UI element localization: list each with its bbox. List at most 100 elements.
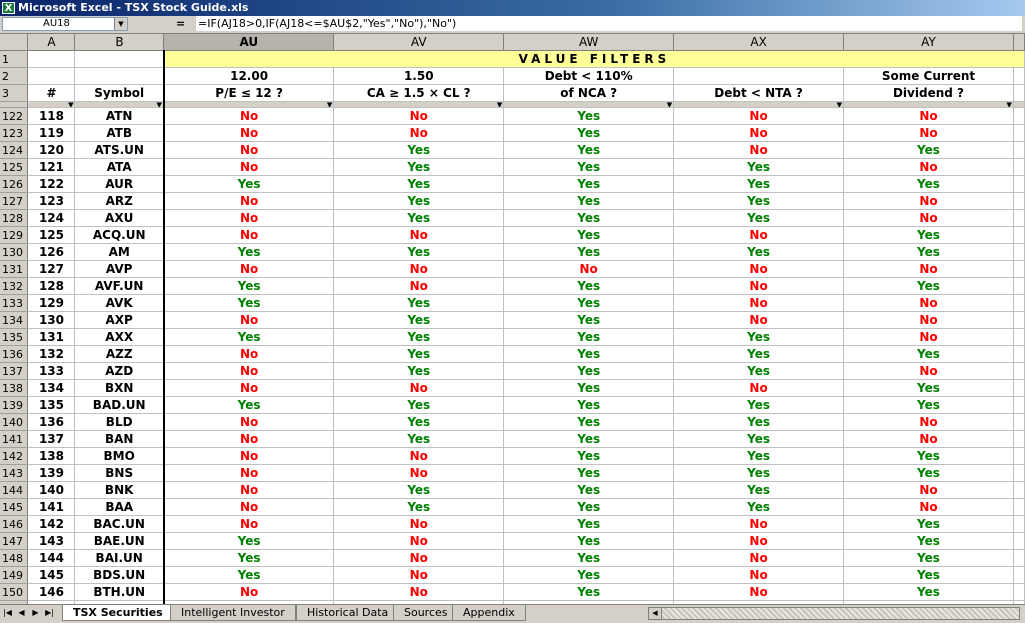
dividend-header-cell[interactable]: Some Current bbox=[843, 67, 1014, 85]
row-number-cell[interactable]: 146 bbox=[27, 583, 76, 601]
filter-result-cell-ax[interactable]: Yes bbox=[673, 209, 845, 227]
filter-result-cell-ay[interactable]: Yes bbox=[843, 515, 1014, 533]
filter-result-cell-au[interactable]: No bbox=[162, 464, 335, 482]
filter-result-cell-ax[interactable]: No bbox=[673, 277, 845, 295]
filter-result-cell-av[interactable]: No bbox=[333, 447, 505, 465]
symbol-cell[interactable]: ATS.UN bbox=[74, 141, 165, 159]
filter-result-cell-ay[interactable]: No bbox=[843, 124, 1014, 142]
autofilter-cell[interactable]: ▼ bbox=[162, 101, 335, 108]
filter-result-cell-aw[interactable]: Yes bbox=[503, 362, 675, 380]
select-all-corner[interactable] bbox=[0, 34, 29, 51]
tab-appendix[interactable]: Appendix bbox=[452, 605, 526, 621]
row-header[interactable]: 130 bbox=[0, 243, 29, 261]
filter-result-cell-av[interactable]: Yes bbox=[333, 362, 505, 380]
row-number-cell[interactable]: 138 bbox=[27, 447, 76, 465]
filter-result-cell-au[interactable]: No bbox=[162, 209, 335, 227]
filter-result-cell-ax[interactable]: No bbox=[673, 566, 845, 584]
symbol-cell[interactable]: BMO bbox=[74, 447, 165, 465]
filter-result-cell-ay[interactable]: No bbox=[843, 413, 1014, 431]
filter-result-cell-aw[interactable]: Yes bbox=[503, 481, 675, 499]
filter-result-cell-ay[interactable]: No bbox=[843, 158, 1014, 176]
filter-result-cell-ay[interactable]: Yes bbox=[843, 226, 1014, 244]
row-number-cell[interactable]: 143 bbox=[27, 532, 76, 550]
filter-result-cell-aw[interactable]: Yes bbox=[503, 277, 675, 295]
symbol-cell[interactable]: AXP bbox=[74, 311, 165, 329]
filter-result-cell-av[interactable]: Yes bbox=[333, 481, 505, 499]
row-header[interactable]: 3 bbox=[0, 84, 29, 102]
row-number-cell[interactable]: 137 bbox=[27, 430, 76, 448]
cell[interactable] bbox=[1013, 67, 1025, 85]
tab-sources[interactable]: Sources bbox=[393, 605, 459, 621]
symbol-cell[interactable]: BNS bbox=[74, 464, 165, 482]
row-header[interactable]: 143 bbox=[0, 464, 29, 482]
symbol-cell[interactable]: AUR bbox=[74, 175, 165, 193]
filter-result-cell-av[interactable]: No bbox=[333, 549, 505, 567]
chevron-down-icon[interactable]: ▼ bbox=[837, 102, 842, 107]
filter-result-cell-aw[interactable]: Yes bbox=[503, 430, 675, 448]
filter-result-cell-ay[interactable]: No bbox=[843, 311, 1014, 329]
filter-result-cell-av[interactable]: Yes bbox=[333, 396, 505, 414]
filter-result-cell-av[interactable]: No bbox=[333, 226, 505, 244]
filter-result-cell-au[interactable]: No bbox=[162, 311, 335, 329]
cell[interactable] bbox=[27, 50, 76, 68]
filter-result-cell-av[interactable]: Yes bbox=[333, 141, 505, 159]
row-number-cell[interactable]: 118 bbox=[27, 107, 76, 125]
filter-result-cell-ax[interactable]: Yes bbox=[673, 345, 845, 363]
filter-result-cell-av[interactable]: Yes bbox=[333, 192, 505, 210]
symbol-cell[interactable]: BNK bbox=[74, 481, 165, 499]
filter-result-cell-au[interactable]: No bbox=[162, 158, 335, 176]
filter-result-cell-au[interactable]: Yes bbox=[162, 294, 335, 312]
filter-result-cell-aw[interactable]: Yes bbox=[503, 583, 675, 601]
filter-result-cell-av[interactable]: No bbox=[333, 566, 505, 584]
filter-result-cell-aw[interactable]: Yes bbox=[503, 141, 675, 159]
filter-result-cell-av[interactable]: No bbox=[333, 583, 505, 601]
filter-result-cell-aw[interactable]: Yes bbox=[503, 396, 675, 414]
autofilter-cell[interactable]: ▼ bbox=[333, 101, 505, 108]
symbol-cell[interactable]: AVF.UN bbox=[74, 277, 165, 295]
filter-result-cell-ax[interactable]: No bbox=[673, 294, 845, 312]
filter-result-cell-ay[interactable]: No bbox=[843, 192, 1014, 210]
filter-result-cell-ay[interactable]: No bbox=[843, 498, 1014, 516]
row-header[interactable]: 1 bbox=[0, 50, 29, 68]
filter-result-cell-ax[interactable]: Yes bbox=[673, 362, 845, 380]
column-header-ay[interactable]: AY bbox=[843, 34, 1014, 51]
filter-result-cell-ax[interactable]: Yes bbox=[673, 158, 845, 176]
filter-result-cell-aw[interactable]: Yes bbox=[503, 447, 675, 465]
row-header[interactable]: 128 bbox=[0, 209, 29, 227]
row-number-cell[interactable]: 145 bbox=[27, 566, 76, 584]
symbol-cell[interactable]: BAE.UN bbox=[74, 532, 165, 550]
chevron-down-icon[interactable]: ▼ bbox=[327, 102, 332, 107]
tab-intelligent-investor[interactable]: Intelligent Investor bbox=[170, 605, 296, 621]
filter-result-cell-ay[interactable]: Yes bbox=[843, 141, 1014, 159]
symbol-cell[interactable]: BXN bbox=[74, 379, 165, 397]
filter-result-cell-au[interactable]: Yes bbox=[162, 566, 335, 584]
cell[interactable] bbox=[27, 67, 76, 85]
tab-tsx-securities[interactable]: TSX Securities bbox=[62, 605, 174, 621]
filter-result-cell-av[interactable]: No bbox=[333, 464, 505, 482]
row-header[interactable]: 2 bbox=[0, 67, 29, 85]
row-header[interactable]: 132 bbox=[0, 277, 29, 295]
cell[interactable] bbox=[1013, 84, 1025, 102]
filter-result-cell-aw[interactable]: Yes bbox=[503, 294, 675, 312]
row-number-cell[interactable]: 125 bbox=[27, 226, 76, 244]
row-number-cell[interactable]: 119 bbox=[27, 124, 76, 142]
row-number-cell[interactable]: 129 bbox=[27, 294, 76, 312]
filter-result-cell-ay[interactable]: No bbox=[843, 430, 1014, 448]
row-number-cell[interactable]: 123 bbox=[27, 192, 76, 210]
filter-result-cell-aw[interactable]: Yes bbox=[503, 107, 675, 125]
filter-result-cell-aw[interactable]: Yes bbox=[503, 328, 675, 346]
last-sheet-icon[interactable]: ▶| bbox=[44, 607, 55, 619]
symbol-cell[interactable]: BAD.UN bbox=[74, 396, 165, 414]
row-number-cell[interactable]: 139 bbox=[27, 464, 76, 482]
filter-result-cell-au[interactable]: Yes bbox=[162, 243, 335, 261]
row-number-cell[interactable]: 126 bbox=[27, 243, 76, 261]
row-header[interactable]: 137 bbox=[0, 362, 29, 380]
row-number-cell[interactable]: 128 bbox=[27, 277, 76, 295]
filter-result-cell-ay[interactable]: No bbox=[843, 107, 1014, 125]
filter-result-cell-aw[interactable]: Yes bbox=[503, 379, 675, 397]
filter-result-cell-av[interactable]: No bbox=[333, 107, 505, 125]
row-header[interactable]: 131 bbox=[0, 260, 29, 278]
row-header[interactable]: 138 bbox=[0, 379, 29, 397]
filter-result-cell-au[interactable]: Yes bbox=[162, 532, 335, 550]
pe-threshold-cell[interactable]: 12.00 bbox=[162, 67, 335, 85]
